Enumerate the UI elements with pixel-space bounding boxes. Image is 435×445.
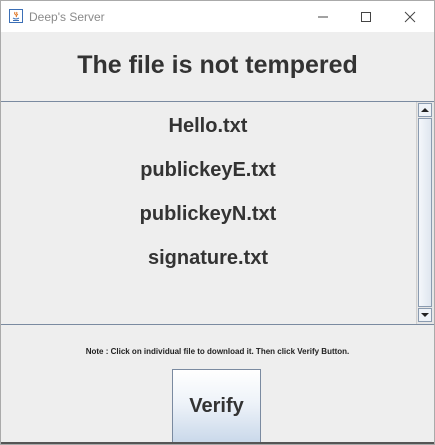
bottom-border: [1, 442, 434, 444]
file-list-panel: Hello.txt publickeyE.txt publickeyN.txt …: [1, 101, 434, 325]
java-cup-icon: [9, 9, 23, 23]
window-title: Deep's Server: [29, 10, 105, 24]
vertical-scrollbar[interactable]: [416, 102, 434, 324]
close-button[interactable]: [388, 1, 432, 32]
app-window: Deep's Server The file is not tempered H…: [0, 0, 435, 445]
scroll-down-button[interactable]: [418, 308, 432, 322]
arrow-up-icon: [421, 108, 429, 112]
verify-button[interactable]: Verify: [172, 369, 261, 444]
file-item-publickeye[interactable]: publickeyE.txt: [1, 159, 416, 182]
maximize-button[interactable]: [344, 1, 388, 32]
minimize-icon: [318, 16, 328, 17]
file-item-hello[interactable]: Hello.txt: [1, 115, 416, 138]
arrow-down-icon: [421, 313, 429, 317]
maximize-icon: [361, 11, 371, 22]
file-item-publickeyn[interactable]: publickeyN.txt: [1, 203, 416, 226]
status-heading: The file is not tempered: [77, 51, 358, 79]
file-list: Hello.txt publickeyE.txt publickeyN.txt …: [1, 102, 416, 324]
close-icon: [404, 11, 416, 22]
file-item-signature[interactable]: signature.txt: [1, 247, 416, 270]
minimize-button[interactable]: [301, 1, 345, 32]
title-bar: Deep's Server: [1, 1, 434, 32]
scroll-thumb[interactable]: [418, 118, 432, 307]
instruction-note: Note : Click on individual file to downl…: [85, 347, 350, 356]
scroll-up-button[interactable]: [418, 103, 432, 117]
